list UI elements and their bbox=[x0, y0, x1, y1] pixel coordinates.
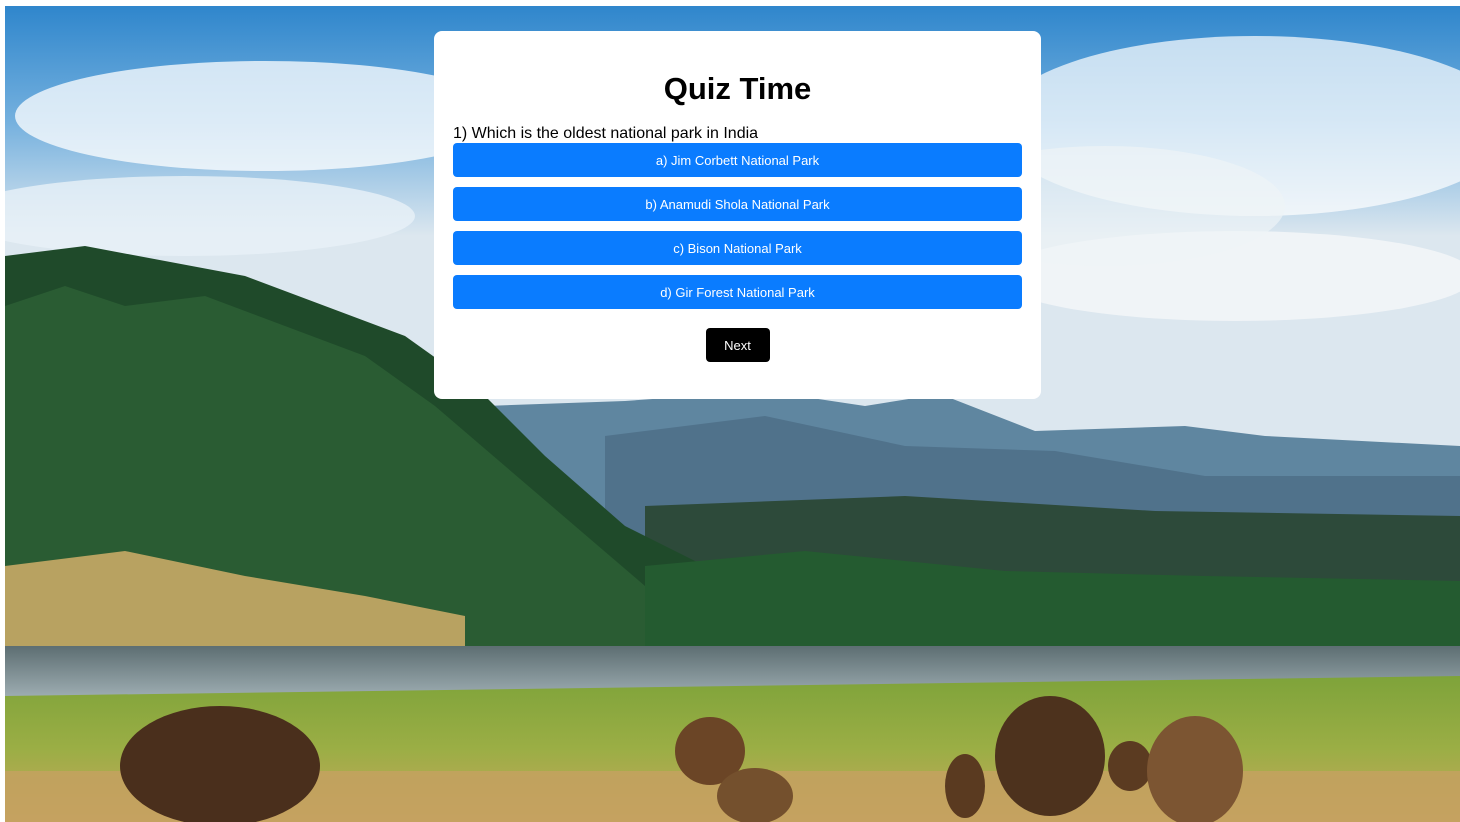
question-text: 1) Which is the oldest national park in … bbox=[453, 125, 759, 142]
option-a-button[interactable]: a) Jim Corbett National Park bbox=[453, 143, 1022, 177]
option-c-button[interactable]: c) Bison National Park bbox=[453, 231, 1022, 265]
option-b-button[interactable]: b) Anamudi Shola National Park bbox=[453, 187, 1022, 221]
page-viewport: Quiz Time 1) Which is the oldest nationa… bbox=[5, 6, 1460, 822]
next-button[interactable]: Next bbox=[705, 328, 770, 362]
option-d-button[interactable]: d) Gir Forest National Park bbox=[453, 275, 1022, 309]
quiz-card: Quiz Time 1) Which is the oldest nationa… bbox=[434, 31, 1041, 399]
quiz-title: Quiz Time bbox=[663, 71, 812, 106]
answer-options: a) Jim Corbett National Park b) Anamudi … bbox=[453, 143, 1022, 309]
next-button-container: Next bbox=[453, 328, 1022, 362]
